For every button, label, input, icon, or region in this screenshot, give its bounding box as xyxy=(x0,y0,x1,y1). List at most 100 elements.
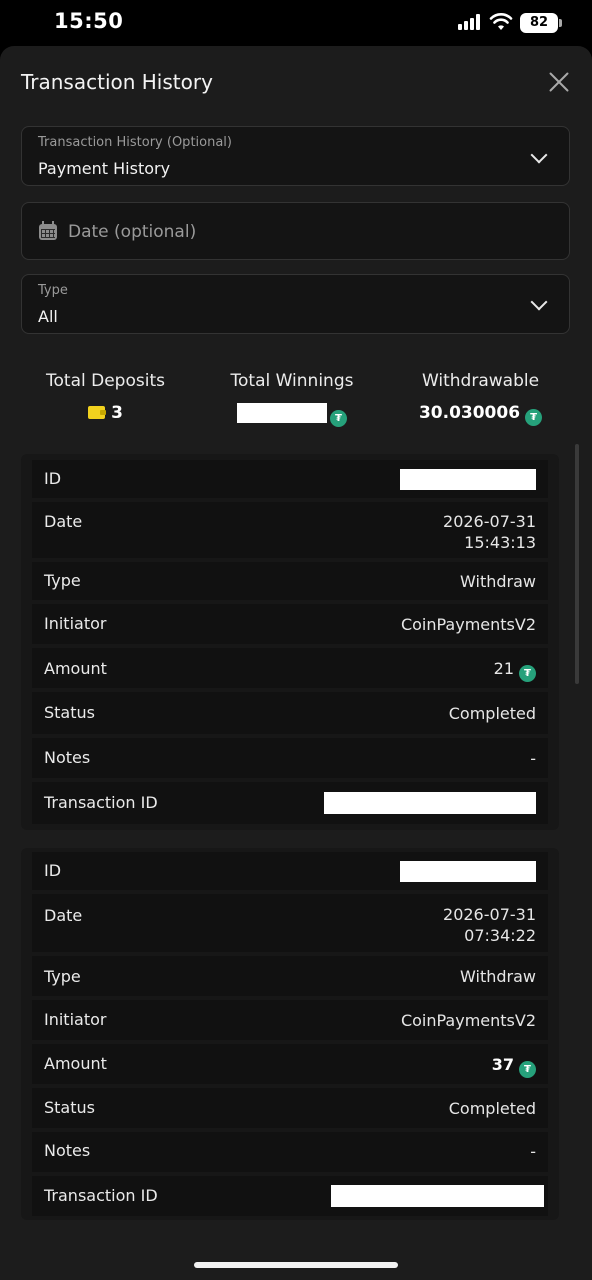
row-label: Notes xyxy=(44,748,91,767)
table-row: Notes - xyxy=(32,738,548,778)
row-label: Type xyxy=(44,571,81,590)
row-value: 21 ₮ xyxy=(494,658,536,682)
date-placeholder: Date (optional) xyxy=(68,222,197,242)
row-value: Completed xyxy=(448,704,536,723)
tether-icon: ₮ xyxy=(519,1061,536,1078)
type-value: All xyxy=(38,307,58,326)
stat-label: Withdrawable xyxy=(421,371,540,391)
time-value: 15:43:13 xyxy=(464,533,536,552)
history-type-select[interactable]: Transaction History (Optional) Payment H… xyxy=(21,126,570,186)
table-row: Notes - xyxy=(32,1132,548,1172)
table-row: Status Completed xyxy=(32,692,548,734)
row-value xyxy=(400,861,536,882)
redacted-block xyxy=(331,1185,544,1207)
type-select[interactable]: Type All xyxy=(21,274,570,334)
table-row: Type Withdraw xyxy=(32,562,548,600)
row-label: Status xyxy=(44,1098,95,1117)
history-type-label: Transaction History (Optional) xyxy=(38,135,232,150)
history-type-value: Payment History xyxy=(38,159,171,178)
table-row: Initiator CoinPaymentsV2 xyxy=(32,604,548,644)
row-value xyxy=(324,792,536,814)
row-value: 37 ₮ xyxy=(492,1054,536,1078)
row-label: Amount xyxy=(44,659,107,678)
table-row: ID xyxy=(32,460,548,498)
redacted-block xyxy=(400,861,536,882)
battery-icon: 82 xyxy=(520,13,558,33)
stat-label: Total Winnings xyxy=(230,371,354,391)
stat-value: 3 xyxy=(21,403,190,423)
stat-value: 30.030006 ₮ xyxy=(391,403,570,426)
row-value: Withdraw xyxy=(460,967,536,986)
close-icon[interactable] xyxy=(547,70,571,94)
row-label: Initiator xyxy=(44,1010,107,1029)
amount-value: 37 xyxy=(491,1055,514,1074)
row-label: Date xyxy=(44,906,83,925)
wifi-icon xyxy=(489,13,513,30)
page-title: Transaction History xyxy=(21,70,213,94)
row-value: 2026-07-31 07:34:22 xyxy=(443,904,536,946)
date-value: 2026-07-31 xyxy=(443,512,536,531)
row-value: - xyxy=(530,1142,536,1161)
row-value xyxy=(331,1185,544,1207)
clock: 15:50 xyxy=(54,9,124,33)
stats-summary: Total Deposits 3 Total Winnings ₮ Withdr… xyxy=(21,349,570,441)
row-label: Notes xyxy=(44,1141,91,1160)
row-value: CoinPaymentsV2 xyxy=(400,1011,536,1030)
stat-total-winnings: Total Winnings ₮ xyxy=(206,349,378,441)
cellular-signal-icon xyxy=(458,14,484,30)
redacted-block xyxy=(400,469,536,490)
transaction-card: ID Date 2026-07-31 15:43:13 Type Withdraw… xyxy=(21,454,559,830)
row-label: Amount xyxy=(44,1054,107,1073)
table-row: Transaction ID xyxy=(32,782,548,824)
row-label: Transaction ID xyxy=(44,1186,158,1205)
table-row: Type Withdraw xyxy=(32,956,548,996)
row-label: Date xyxy=(44,512,83,531)
table-row: Date 2026-07-31 07:34:22 xyxy=(32,894,548,952)
row-value: Withdraw xyxy=(460,572,536,591)
battery-tip xyxy=(559,19,562,27)
tether-icon: ₮ xyxy=(525,409,543,426)
table-row: Amount 37 ₮ xyxy=(32,1044,548,1084)
row-value: Completed xyxy=(448,1099,536,1118)
date-value: 2026-07-31 xyxy=(443,905,536,924)
date-field[interactable]: Date (optional) xyxy=(21,202,570,260)
total-deposits-value: 3 xyxy=(111,403,123,423)
row-value: CoinPaymentsV2 xyxy=(400,615,536,634)
stat-withdrawable: Withdrawable 30.030006 ₮ xyxy=(391,349,570,441)
table-row: ID xyxy=(32,852,548,890)
table-row: Status Completed xyxy=(32,1088,548,1128)
withdrawable-value: 30.030006 xyxy=(418,403,521,423)
transaction-card: ID Date 2026-07-31 07:34:22 Type Withdraw… xyxy=(21,848,559,1220)
row-label: Transaction ID xyxy=(44,793,158,812)
wallet-icon xyxy=(88,406,107,419)
transaction-history-sheet: Transaction History Transaction History … xyxy=(0,46,592,1280)
table-row: Date 2026-07-31 15:43:13 xyxy=(32,502,548,558)
status-bar: 15:50 82 xyxy=(0,0,592,46)
row-value: 2026-07-31 15:43:13 xyxy=(443,511,536,553)
calendar-icon xyxy=(39,221,57,240)
tether-icon: ₮ xyxy=(519,665,536,682)
row-label: Type xyxy=(44,967,81,986)
row-value: - xyxy=(530,749,536,768)
table-row: Initiator CoinPaymentsV2 xyxy=(32,1000,548,1040)
row-label: ID xyxy=(44,861,62,880)
table-row: Amount 21 ₮ xyxy=(32,648,548,688)
stat-total-deposits: Total Deposits 3 xyxy=(21,349,190,441)
amount-value: 21 xyxy=(493,659,514,678)
tether-icon: ₮ xyxy=(330,410,347,427)
row-label: Status xyxy=(44,703,95,722)
chevron-down-icon xyxy=(530,146,548,164)
stat-value: ₮ xyxy=(206,403,378,427)
type-label: Type xyxy=(38,283,68,298)
row-value xyxy=(400,469,536,490)
table-row: Transaction ID xyxy=(32,1176,548,1216)
row-label: ID xyxy=(44,469,62,488)
chevron-down-icon xyxy=(530,293,548,311)
home-indicator[interactable] xyxy=(194,1262,398,1268)
redacted-block xyxy=(237,403,327,423)
row-label: Initiator xyxy=(44,614,107,633)
stat-label: Total Deposits xyxy=(46,371,165,391)
time-value: 07:34:22 xyxy=(464,926,536,945)
scrollbar[interactable] xyxy=(575,444,579,684)
redacted-block xyxy=(324,792,536,814)
